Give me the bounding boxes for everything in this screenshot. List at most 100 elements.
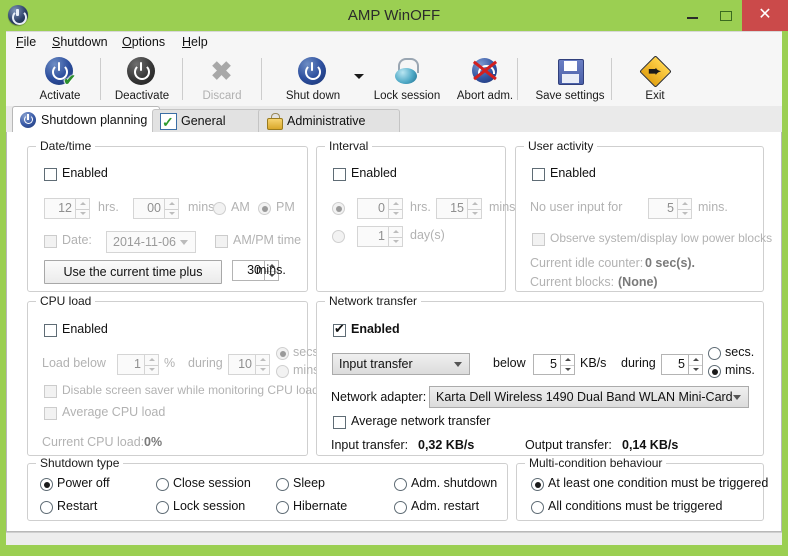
toolbar: ✔ Activate Deactivate ✖ Discard Shut dow… (6, 52, 782, 107)
no-user-input-spinner[interactable]: 5 (648, 198, 692, 219)
menu-help[interactable]: Help (178, 35, 212, 51)
shutdown-type-adm-restart-radio[interactable] (394, 501, 407, 514)
shutdown-type-adm-shutdown-radio[interactable] (394, 478, 407, 491)
network-secs-radio[interactable] (708, 347, 721, 360)
toolbar-deactivate-button[interactable]: Deactivate (103, 54, 181, 104)
ampm-time-label: AM/PM time (233, 233, 302, 247)
exit-sign-icon: ➨ (639, 55, 672, 88)
load-below-label: Load below (42, 356, 106, 370)
transfer-type-value: Input transfer (339, 357, 413, 371)
tab-general-options[interactable]: General options (152, 109, 266, 151)
interval-days-radio[interactable] (332, 230, 345, 243)
toolbar-lock-session-button[interactable]: Lock session (368, 54, 446, 104)
multi-condition-at-least-one-radio[interactable] (531, 478, 544, 491)
status-strip (6, 532, 782, 545)
output-transfer-value: 0,14 KB/s (622, 438, 679, 452)
cpu-during-label: during (188, 356, 223, 370)
minutes-spinner[interactable]: 00 (133, 198, 179, 219)
transfer-type-combobox[interactable]: Input transfer (332, 353, 470, 375)
group-cpu-load-title: CPU load (36, 294, 96, 308)
date-time-enabled-checkbox[interactable] (44, 168, 57, 181)
cpu-mins-radio[interactable] (276, 365, 289, 378)
group-date-time: Date/time Enabled 12 hrs. 00 mins. AM PM… (27, 139, 308, 292)
chevron-down-icon[interactable] (354, 74, 364, 79)
ampm-time-checkbox[interactable] (215, 235, 228, 248)
network-mins-label: mins. (725, 363, 755, 377)
observe-low-power-checkbox[interactable] (532, 233, 545, 246)
minimize-button[interactable] (676, 0, 709, 31)
am-radio[interactable] (213, 202, 226, 215)
date-enabled-checkbox[interactable] (44, 235, 57, 248)
hours-unit-label: hrs. (98, 200, 119, 214)
group-date-time-title: Date/time (36, 139, 96, 153)
maximize-icon (720, 11, 732, 21)
network-secs-label: secs. (725, 345, 755, 359)
app-window: AMP WinOFF ✕ FFileile Shutdown Options H… (0, 0, 788, 556)
network-adapter-combobox[interactable]: Karta Dell Wireless 1490 Dual Band WLAN … (429, 386, 749, 408)
tab-shutdown-planning[interactable]: Shutdown planning (12, 106, 160, 132)
menu-options[interactable]: Options (118, 35, 169, 51)
input-transfer-value: 0,32 KB/s (418, 438, 475, 452)
group-user-activity: User activity Enabled No user input for … (515, 139, 772, 292)
toolbar-activate-label: Activate (39, 90, 81, 102)
shutdown-type-hibernate-radio[interactable] (276, 501, 289, 514)
cpu-during-spinner[interactable]: 10 (228, 354, 270, 375)
shutdown-type-restart-radio[interactable] (40, 501, 53, 514)
shutdown-type-lock-session-label: Lock session (173, 499, 246, 513)
network-during-spinner[interactable]: 5 (661, 354, 703, 375)
tab-administrative-options[interactable]: Administrative options (258, 109, 400, 151)
toolbar-separator (261, 58, 262, 100)
load-below-spinner[interactable]: 1 (117, 354, 159, 375)
average-cpu-load-checkbox[interactable] (44, 407, 57, 420)
shutdown-type-lock-session-radio[interactable] (156, 501, 169, 514)
chevron-down-icon (454, 362, 462, 367)
network-enabled-checkbox[interactable] (333, 321, 346, 337)
network-mins-radio[interactable] (708, 365, 721, 378)
multi-condition-all-radio[interactable] (531, 501, 544, 514)
current-cpu-load-value: 0% (144, 435, 163, 449)
disable-screen-saver-label: Disable screen saver while monitoring CP… (62, 383, 319, 397)
toolbar-lock-session-label: Lock session (373, 90, 441, 102)
average-network-transfer-checkbox[interactable] (333, 416, 346, 429)
interval-enabled-checkbox[interactable] (333, 168, 346, 181)
shutdown-type-sleep-radio[interactable] (276, 478, 289, 491)
toolbar-abort-adm-button[interactable]: Abort adm. (450, 54, 520, 104)
minimize-icon (687, 17, 698, 19)
toolbar-exit-button[interactable]: ➨ Exit (624, 54, 686, 104)
interval-minutes-spinner[interactable]: 15 (436, 198, 482, 219)
menu-file[interactable]: FFileile (12, 35, 40, 51)
hours-value: 12 (58, 201, 72, 215)
shutdown-type-adm-shutdown-label: Adm. shutdown (411, 476, 498, 490)
toolbar-shutdown-button[interactable]: Shut down (274, 54, 352, 104)
network-below-spinner[interactable]: 5 (533, 354, 575, 375)
interval-hours-radio[interactable] (332, 202, 345, 215)
disable-screen-saver-checkbox[interactable] (44, 385, 57, 398)
interval-hours-value: 0 (378, 201, 385, 215)
cpu-secs-radio[interactable] (276, 347, 289, 360)
maximize-button[interactable] (709, 0, 742, 31)
cpu-load-enabled-checkbox[interactable] (44, 324, 57, 337)
use-current-time-button[interactable]: Use the current time plus (44, 260, 222, 284)
toolbar-discard-button[interactable]: ✖ Discard (188, 54, 256, 104)
pm-radio[interactable] (258, 202, 271, 215)
group-user-activity-title: User activity (524, 139, 598, 153)
menu-shutdown[interactable]: Shutdown (48, 35, 112, 51)
load-below-value: 1 (134, 357, 141, 371)
am-label: AM (231, 200, 250, 214)
hours-spinner[interactable]: 12 (44, 198, 90, 219)
date-combobox[interactable]: 2014-11-06 (106, 231, 196, 253)
toolbar-activate-button[interactable]: ✔ Activate (24, 54, 96, 104)
pm-label: PM (276, 200, 295, 214)
network-adapter-value: Karta Dell Wireless 1490 Dual Band WLAN … (436, 390, 733, 404)
input-transfer-label: Input transfer: (331, 438, 409, 452)
network-during-label: during (621, 356, 656, 370)
close-button[interactable]: ✕ (742, 0, 788, 31)
shutdown-type-power-off-radio[interactable] (40, 478, 53, 491)
shutdown-type-close-session-radio[interactable] (156, 478, 169, 491)
interval-days-unit-label: day(s) (410, 228, 445, 242)
shutdown-type-sleep-label: Sleep (293, 476, 325, 490)
user-activity-enabled-checkbox[interactable] (532, 168, 545, 181)
interval-hours-spinner[interactable]: 0 (357, 198, 403, 219)
interval-days-spinner[interactable]: 1 (357, 226, 403, 247)
toolbar-save-settings-button[interactable]: Save settings (528, 54, 612, 104)
